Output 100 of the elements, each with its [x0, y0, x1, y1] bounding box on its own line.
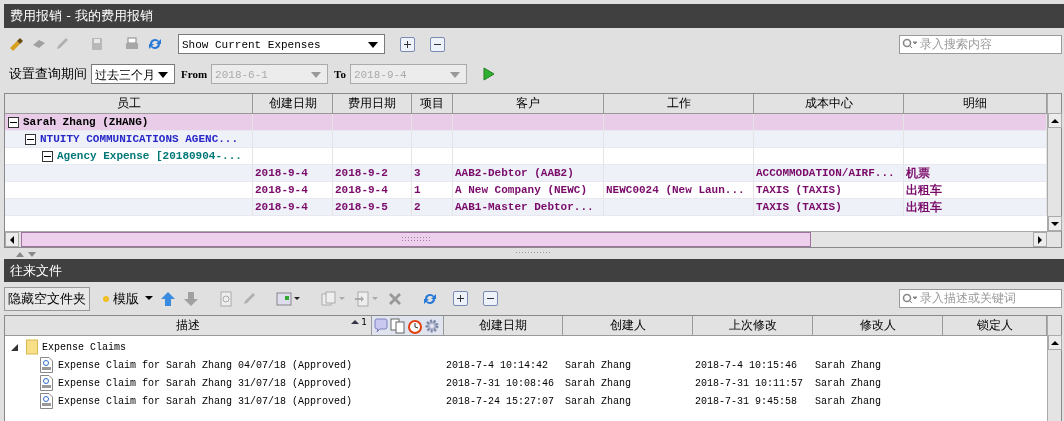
template-button[interactable]: 模版: [103, 289, 153, 308]
table-cell: TAXIS (TAXIS): [756, 184, 842, 196]
table-cell: 2: [414, 201, 421, 213]
folder-label: Expense Claims: [42, 341, 126, 353]
table-cell: Sarah Zhang: [565, 377, 631, 389]
table-cell: 2018-9-5: [335, 201, 388, 213]
copy-dropdown-icon[interactable]: [321, 290, 347, 307]
column-header[interactable]: 员工: [5, 94, 253, 113]
document-link[interactable]: Expense Claim for Sarah Zhang 31/07/18 (Approved): [58, 377, 353, 389]
window-title: 费用报销 - 我的费用报销: [4, 4, 1064, 28]
hide-empty-folders-button[interactable]: 隐藏空文件夹: [4, 286, 90, 311]
alarm-clock-icon[interactable]: [407, 317, 423, 334]
pdf-file-icon: [40, 357, 53, 373]
vertical-scrollbar[interactable]: [1047, 316, 1061, 421]
collapse-all-button[interactable]: [430, 36, 445, 52]
collapse-toggle-icon[interactable]: [42, 150, 53, 162]
collapse-toggle-icon[interactable]: [25, 133, 36, 145]
document-link[interactable]: Expense Claim for Sarah Zhang 04/07/18 (Approved): [58, 359, 353, 371]
column-header[interactable]: 创建日期: [444, 316, 563, 335]
table-cell: AAB2-Debtor (AAB2): [455, 167, 574, 179]
group-row[interactable]: NTUITY COMMUNICATIONS AGENC...: [5, 131, 1047, 148]
column-header[interactable]: 项目: [412, 94, 453, 113]
table-cell: ACCOMMODATION/AIRF...: [756, 167, 895, 179]
run-icon[interactable]: [482, 67, 495, 81]
table-cell: TAXIS (TAXIS): [756, 201, 842, 213]
table-row[interactable]: 2018-9-4 2018-9-2 3 AAB2-Debtor (AAB2) ACCOMMODATION/AIRF... 机票: [5, 165, 1047, 182]
document-link[interactable]: Expense Claim for Sarah Zhang 31/07/18 (Approved): [58, 395, 353, 407]
delete-icon[interactable]: [387, 290, 403, 307]
table-cell: Sarah Zhang: [815, 377, 881, 389]
pdf-file-icon: [40, 393, 53, 409]
table-cell: 2018-9-4: [335, 184, 388, 196]
arrow-up-icon[interactable]: [160, 290, 176, 307]
gear-icon[interactable]: [424, 317, 440, 334]
group-label: Agency Expense [20180904-...: [57, 149, 242, 164]
view-dropdown[interactable]: Show Current Expenses: [178, 34, 385, 54]
column-header[interactable]: 上次修改: [693, 316, 813, 335]
table-cell: 2018-7-31 10:11:57: [695, 377, 804, 389]
group-row[interactable]: Sarah Zhang (ZHANG): [5, 114, 1047, 131]
collapse-toggle-icon[interactable]: [8, 116, 19, 128]
column-header[interactable]: 客户: [453, 94, 604, 113]
scroll-left-button[interactable]: [5, 232, 19, 247]
scroll-up-button[interactable]: [1048, 113, 1062, 128]
period-label: 设置查询期间: [9, 65, 87, 83]
scroll-up-button[interactable]: [1048, 335, 1062, 350]
preview-icon[interactable]: [218, 290, 234, 307]
table-row[interactable]: 2018-9-4 2018-9-5 2 AAB1-Master Debtor... TAXIS (TAXIS) 出租车: [5, 199, 1047, 216]
scroll-right-button[interactable]: [1033, 232, 1047, 247]
folder-icon: [26, 339, 38, 355]
search-icon[interactable]: [902, 38, 918, 50]
column-header[interactable]: 创建人: [563, 316, 693, 335]
printer-icon[interactable]: [124, 36, 140, 52]
table-cell: Sarah Zhang: [565, 395, 631, 407]
expand-all-button[interactable]: [453, 291, 468, 306]
image-dropdown-icon[interactable]: [276, 290, 302, 307]
table-cell: 2018-7-31 10:08:46: [446, 377, 555, 389]
table-cell: Sarah Zhang: [815, 395, 881, 407]
column-header[interactable]: 修改人: [813, 316, 943, 335]
table-cell: 出租车: [906, 183, 942, 197]
table-cell: 2018-7-31 9:45:58: [695, 395, 798, 407]
search-icon[interactable]: [902, 292, 918, 305]
table-cell: 2018-7-24 15:27:07: [446, 395, 555, 407]
table-cell: 2018-9-2: [335, 167, 388, 179]
sort-indicator: 1: [351, 316, 367, 328]
period-dropdown[interactable]: 过去三个月: [91, 64, 175, 84]
splitter-grip[interactable]: [515, 251, 551, 254]
horizontal-scrollbar[interactable]: [5, 231, 1061, 247]
pages-icon[interactable]: [390, 317, 406, 334]
table-cell: 2018-9-4: [255, 201, 308, 213]
table-cell: 2018-9-4: [255, 167, 308, 179]
scroll-thumb[interactable]: [21, 232, 811, 247]
refresh-icon[interactable]: [147, 36, 163, 52]
comment-icon[interactable]: [373, 317, 389, 334]
vertical-scrollbar[interactable]: [1047, 94, 1061, 231]
table-cell: 2018-9-4: [255, 184, 308, 196]
panel-title: 往来文件: [4, 259, 1064, 282]
table-cell: 1: [414, 184, 421, 196]
column-header[interactable]: 创建日期: [253, 94, 333, 113]
to-label: To: [334, 68, 346, 80]
pdf-file-icon: [40, 375, 53, 391]
table-row[interactable]: 2018-9-4 2018-9-4 1 A New Company (NEWC) NEWC0024 (New Laun... TAXIS (TAXIS) 出租车: [5, 182, 1047, 199]
from-label: From: [181, 68, 208, 80]
column-header[interactable]: 工作: [604, 94, 754, 113]
arrow-down-icon[interactable]: [183, 290, 199, 307]
group-label: Sarah Zhang (ZHANG): [23, 115, 149, 130]
table-cell: AAB1-Master Debtor...: [455, 201, 594, 213]
folder-row[interactable]: Expense Claims: [5, 338, 1047, 356]
scroll-down-button[interactable]: [1048, 216, 1062, 231]
table-cell: 3: [414, 167, 421, 179]
brush-icon[interactable]: [8, 36, 24, 52]
column-header[interactable]: 成本中心: [754, 94, 904, 113]
group-label: NTUITY COMMUNICATIONS AGENC...: [40, 132, 239, 147]
table-cell: 出租车: [906, 200, 942, 214]
table-cell: 2018-7-4 10:15:46: [695, 359, 798, 371]
import-dropdown-icon[interactable]: [354, 290, 380, 307]
expand-all-button[interactable]: [400, 36, 415, 52]
group-row[interactable]: Agency Expense [20180904-...: [5, 148, 1047, 165]
table-cell: Sarah Zhang: [815, 359, 881, 371]
collapse-all-button[interactable]: [483, 291, 498, 306]
column-header[interactable]: 费用日期: [333, 94, 412, 113]
tree-toggle-icon[interactable]: [11, 343, 18, 351]
